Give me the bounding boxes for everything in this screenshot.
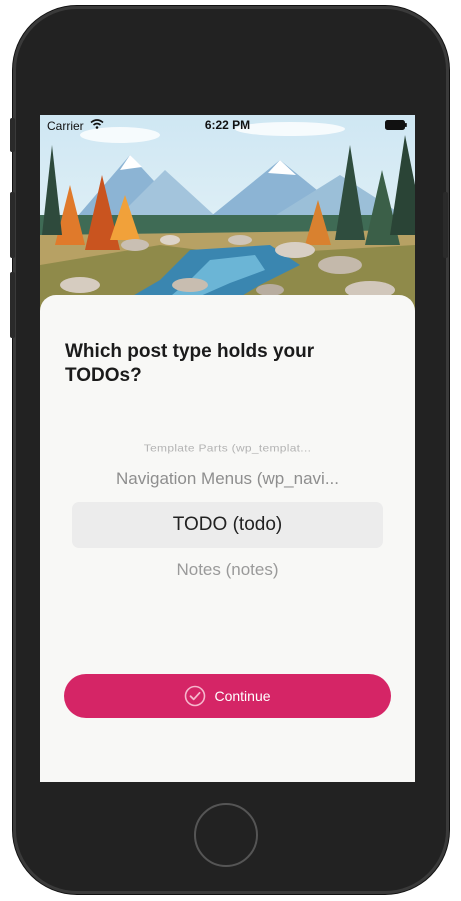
status-bar: Carrier 6:22 PM bbox=[40, 115, 415, 135]
battery-icon bbox=[385, 120, 407, 130]
volume-up-button bbox=[10, 192, 15, 258]
picker-option-selected[interactable]: TODO (todo) bbox=[40, 514, 415, 536]
app-screen: Carrier 6:22 PM Which post type holds yo… bbox=[40, 115, 415, 782]
status-time: 6:22 PM bbox=[204, 118, 251, 132]
volume-down-button bbox=[10, 272, 15, 338]
mute-switch bbox=[10, 118, 15, 152]
picker-option[interactable]: Notes (notes) bbox=[40, 560, 415, 580]
picker-option[interactable]: Navigation Menus (wp_navi... bbox=[40, 469, 415, 489]
continue-button[interactable]: Continue bbox=[64, 674, 391, 718]
continue-label: Continue bbox=[214, 688, 271, 704]
post-type-picker[interactable]: Template Parts (wp_templat... Navigation… bbox=[40, 433, 415, 593]
check-circle-icon bbox=[185, 685, 206, 707]
home-button[interactable] bbox=[194, 803, 258, 867]
bottom-sheet: Which post type holds your TODOs? Templa… bbox=[40, 295, 415, 782]
picker-option[interactable]: Template Parts (wp_templat... bbox=[40, 442, 415, 454]
landscape-illustration bbox=[40, 115, 415, 315]
question-heading: Which post type holds your TODOs? bbox=[65, 341, 315, 386]
power-button bbox=[443, 192, 448, 258]
